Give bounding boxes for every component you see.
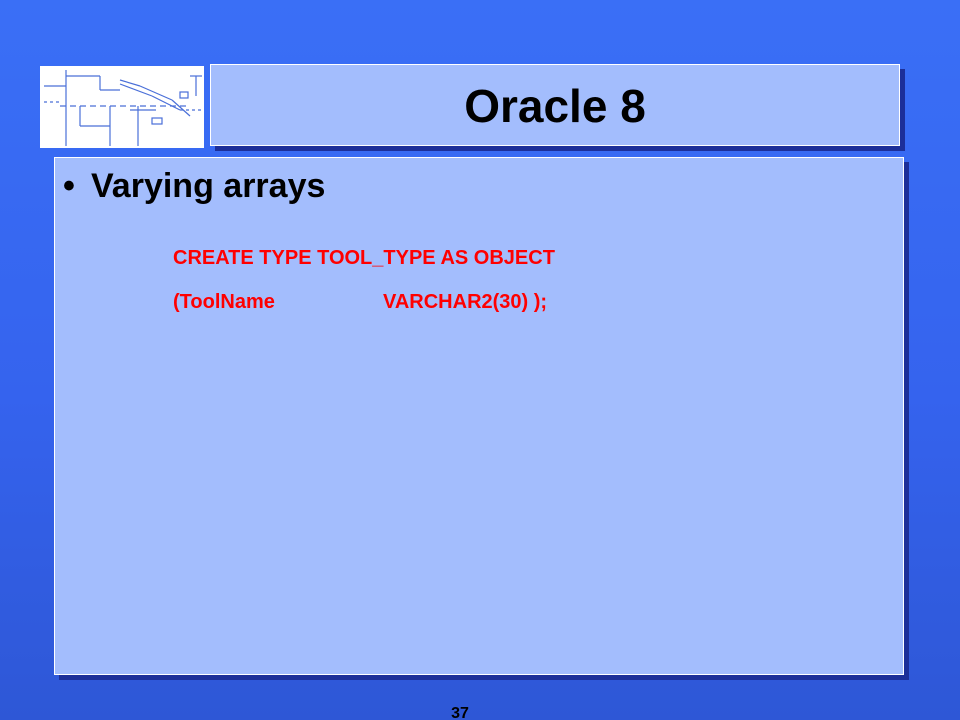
- circuit-diagram-graphic: [44, 70, 202, 146]
- page-number: 37: [451, 705, 469, 720]
- bullet-text: Varying arrays: [91, 167, 326, 205]
- bullet-item: • Varying arrays: [63, 166, 325, 206]
- slide-title: Oracle 8: [464, 80, 646, 132]
- code-line-1: CREATE TYPE TOOL_TYPE AS OBJECT: [173, 247, 555, 269]
- title-panel: Oracle 8: [210, 64, 900, 146]
- bullet-dot-icon: •: [63, 167, 75, 205]
- circuit-logo-icon: [40, 66, 204, 148]
- code-line-2-column-1: (ToolName: [173, 291, 275, 313]
- content-panel: • Varying arrays CREATE TYPE TOOL_TYPE AS…: [54, 157, 904, 675]
- code-line-2: (ToolName VARCHAR2(30) );: [173, 290, 547, 314]
- code-line-2-column-2: VARCHAR2(30) );: [383, 291, 548, 313]
